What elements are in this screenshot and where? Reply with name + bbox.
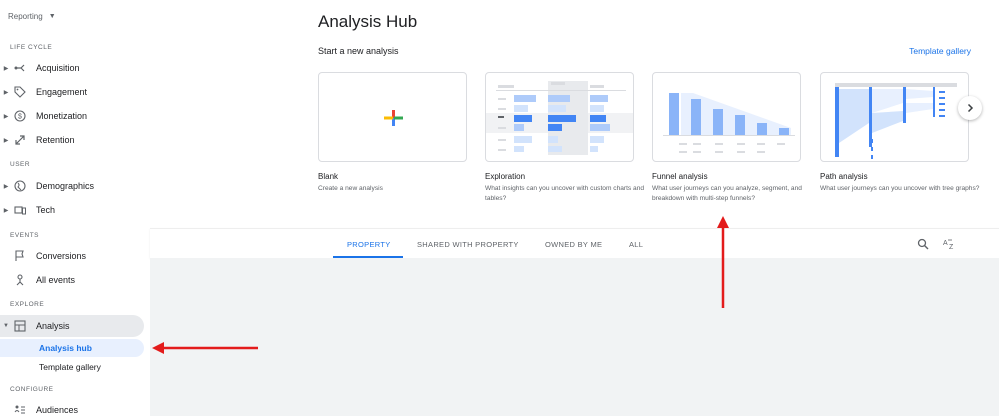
annotation-arrows bbox=[152, 216, 729, 354]
arrow-to-funnel-analysis bbox=[717, 216, 729, 308]
arrow-to-analysis-hub bbox=[152, 342, 258, 354]
